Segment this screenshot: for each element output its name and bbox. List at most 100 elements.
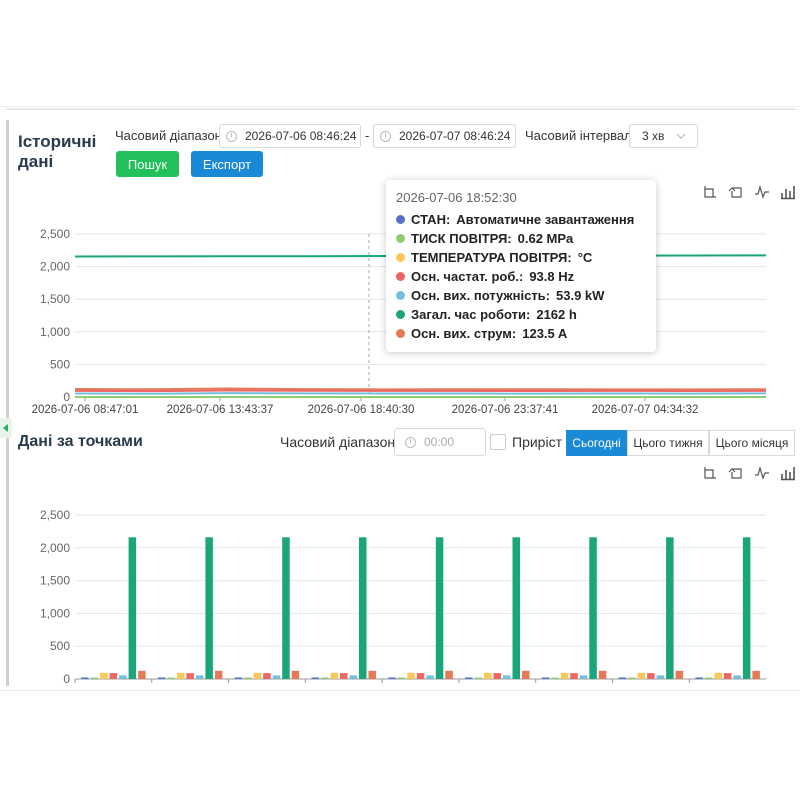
bar: [272, 675, 281, 679]
bar: [752, 670, 760, 679]
y-tick-label: 500: [50, 357, 70, 371]
y-tick-label: 2,000: [40, 260, 70, 274]
series-line: [74, 392, 767, 395]
bar: [321, 677, 329, 679]
tooltip-row-value: 53.9 kW: [556, 288, 605, 303]
bar: [100, 672, 108, 679]
bar: [503, 675, 511, 679]
bar: [416, 673, 425, 679]
point-bar-chart[interactable]: 0 500 1,000 1,500 2,000 2,500: [0, 490, 800, 690]
tooltip-row-name: Осн. вих. потужність:: [411, 288, 551, 303]
tooltip-row-name: Осн. частат. роб.:: [411, 269, 524, 284]
y-tick-label: 1,000: [40, 606, 70, 620]
x-tick-label: 2026-07-06 18:40:30: [308, 404, 415, 416]
bar: [570, 673, 578, 679]
x-tick-label: 2026-07-06 08:47:01: [32, 404, 139, 416]
series-dot-icon: [396, 310, 405, 319]
increment-checkbox[interactable]: [490, 434, 506, 450]
series-dot-icon: [396, 215, 405, 224]
bar: [186, 673, 194, 679]
bar: [445, 670, 453, 679]
series-dot-icon: [396, 272, 405, 281]
bar: [512, 537, 520, 679]
bar: [465, 677, 473, 679]
bar: [282, 537, 290, 679]
tooltip-row-name: Осн. вих. струм:: [411, 326, 517, 341]
tooltip-row: ТИСК ПОВІТРЯ: 0.62 MPa: [396, 229, 646, 248]
tooltip-row-value: Автоматичне завантаження: [456, 212, 635, 227]
bar: [493, 673, 501, 679]
increment-label: Приріст: [512, 434, 562, 450]
collapse-toggle-icon[interactable]: [0, 418, 12, 438]
tooltip-row-name: СТАН:: [411, 212, 451, 227]
bar: [109, 673, 118, 679]
tooltip-row-value: 2162 h: [536, 307, 577, 322]
y-tick-label: 1,000: [40, 325, 70, 339]
y-tick-label: 2,500: [40, 508, 70, 522]
series-dot-icon: [396, 253, 405, 262]
tooltip-row-value: 123.5 A: [522, 326, 568, 341]
y-tick-label: 1,500: [40, 574, 70, 588]
bar: [733, 675, 741, 679]
bottom-divider: [0, 690, 800, 691]
tooltip-row: Осн. вих. потужність: 53.9 kW: [396, 286, 646, 305]
tooltip-row: Осн. частат. роб.: 93.8 Hz: [396, 267, 646, 286]
bar: [176, 672, 185, 679]
bar: [253, 672, 262, 679]
bar: [522, 670, 530, 679]
tooltip-row-name: ТИСК ПОВІТРЯ:: [411, 231, 512, 246]
tooltip-time: 2026-07-06 18:52:30: [396, 190, 517, 205]
bar: [551, 677, 559, 679]
time-range-label-2: Часовий діапазон: [280, 434, 396, 450]
bar: [263, 673, 271, 679]
tooltip-row-name: ТЕМПЕРАТУРА ПОВІТРЯ:: [411, 250, 572, 265]
y-tick-label: 2,500: [40, 227, 70, 241]
line-chart-icon[interactable]: [754, 465, 770, 481]
bar: [388, 677, 396, 679]
series-dot-icon: [396, 291, 405, 300]
tab-this-week[interactable]: Цього тижня: [627, 430, 709, 456]
zoom-reset-icon[interactable]: [728, 465, 744, 481]
bar: [128, 537, 137, 679]
bar: [742, 537, 751, 679]
bar: [695, 677, 703, 679]
tooltip-row: СТАН: Автоматичне завантаження: [396, 210, 646, 229]
tab-today[interactable]: Сьогодні: [566, 430, 627, 456]
bar-chart-icon[interactable]: [780, 465, 796, 481]
series-dot-icon: [396, 329, 405, 338]
bar: [349, 675, 357, 679]
bar: [723, 673, 732, 679]
tooltip-row-value: 0.62 MPa: [517, 231, 574, 246]
series-line: [74, 389, 767, 393]
x-tick-label: 2026-07-07 04:34:32: [592, 404, 699, 416]
bar: [195, 675, 204, 679]
y-tick-label: 2,000: [40, 541, 70, 555]
bar: [714, 672, 722, 679]
bar: [579, 675, 588, 679]
bar: [560, 672, 569, 679]
bar: [205, 537, 213, 679]
tooltip-rows: СТАН: Автоматичне завантаження ТИСК ПОВІТР…: [396, 210, 646, 343]
bar: [157, 677, 166, 679]
bar: [167, 677, 175, 679]
y-tick-label: 0: [63, 390, 70, 404]
bar: [426, 675, 434, 679]
bar: [214, 670, 223, 679]
bar: [541, 677, 550, 679]
bar: [637, 672, 646, 679]
time-input[interactable]: 00:00: [394, 428, 486, 456]
y-tick-label: 1,500: [40, 292, 70, 306]
bar: [359, 537, 367, 679]
time-placeholder: 00:00: [424, 435, 455, 449]
x-tick-label: 2026-07-06 23:37:41: [452, 404, 559, 416]
chart2-toolbox: [702, 465, 796, 481]
bar: [647, 673, 655, 679]
bar: [628, 677, 636, 679]
series-line: [74, 387, 767, 391]
tooltip-row: Осн. вих. струм: 123.5 A: [396, 324, 646, 343]
tab-this-month[interactable]: Цього місяця: [709, 430, 795, 456]
bar: [311, 677, 319, 679]
tooltip-row-value: °C: [577, 250, 593, 265]
tooltip-row-name: Загал. час роботи:: [411, 307, 531, 322]
zoom-icon[interactable]: [702, 465, 718, 481]
